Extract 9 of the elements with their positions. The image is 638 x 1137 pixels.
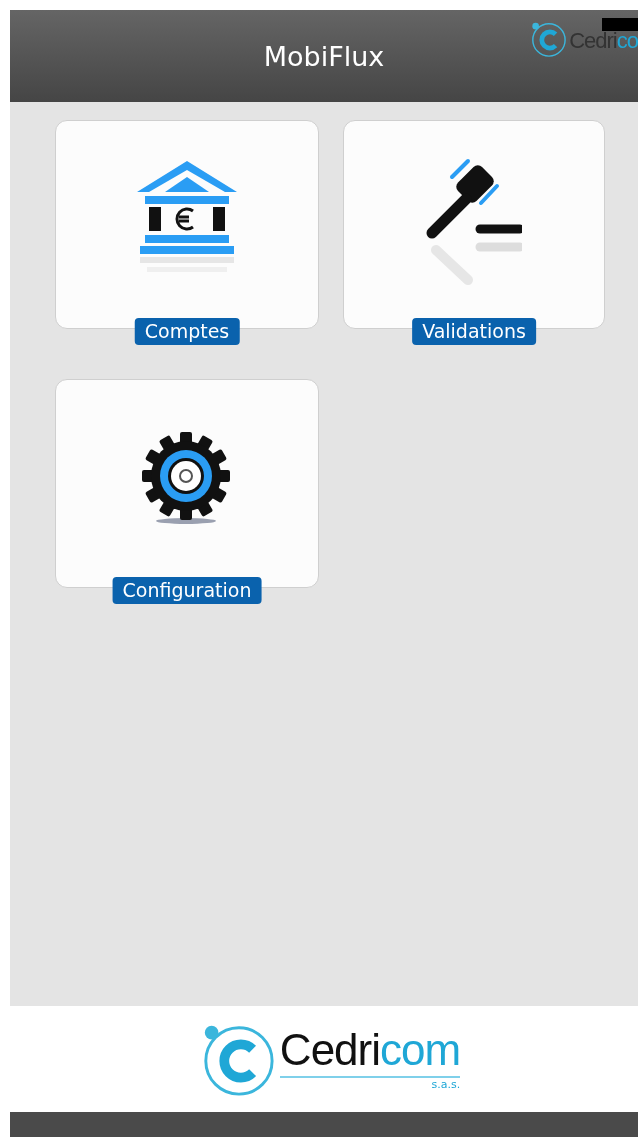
gear-icon bbox=[142, 431, 232, 526]
tile-label[interactable]: Comptes bbox=[134, 318, 240, 345]
redaction-bar bbox=[602, 18, 638, 31]
tile-label[interactable]: Validations bbox=[412, 318, 536, 345]
logo-wordmark: Cedricom bbox=[279, 1027, 461, 1078]
logo-icon bbox=[529, 20, 568, 58]
tile-label[interactable]: Configuration bbox=[112, 577, 262, 604]
logo-suffix: s.a.s. bbox=[431, 1077, 461, 1091]
app-title: MobiFlux bbox=[263, 40, 385, 72]
